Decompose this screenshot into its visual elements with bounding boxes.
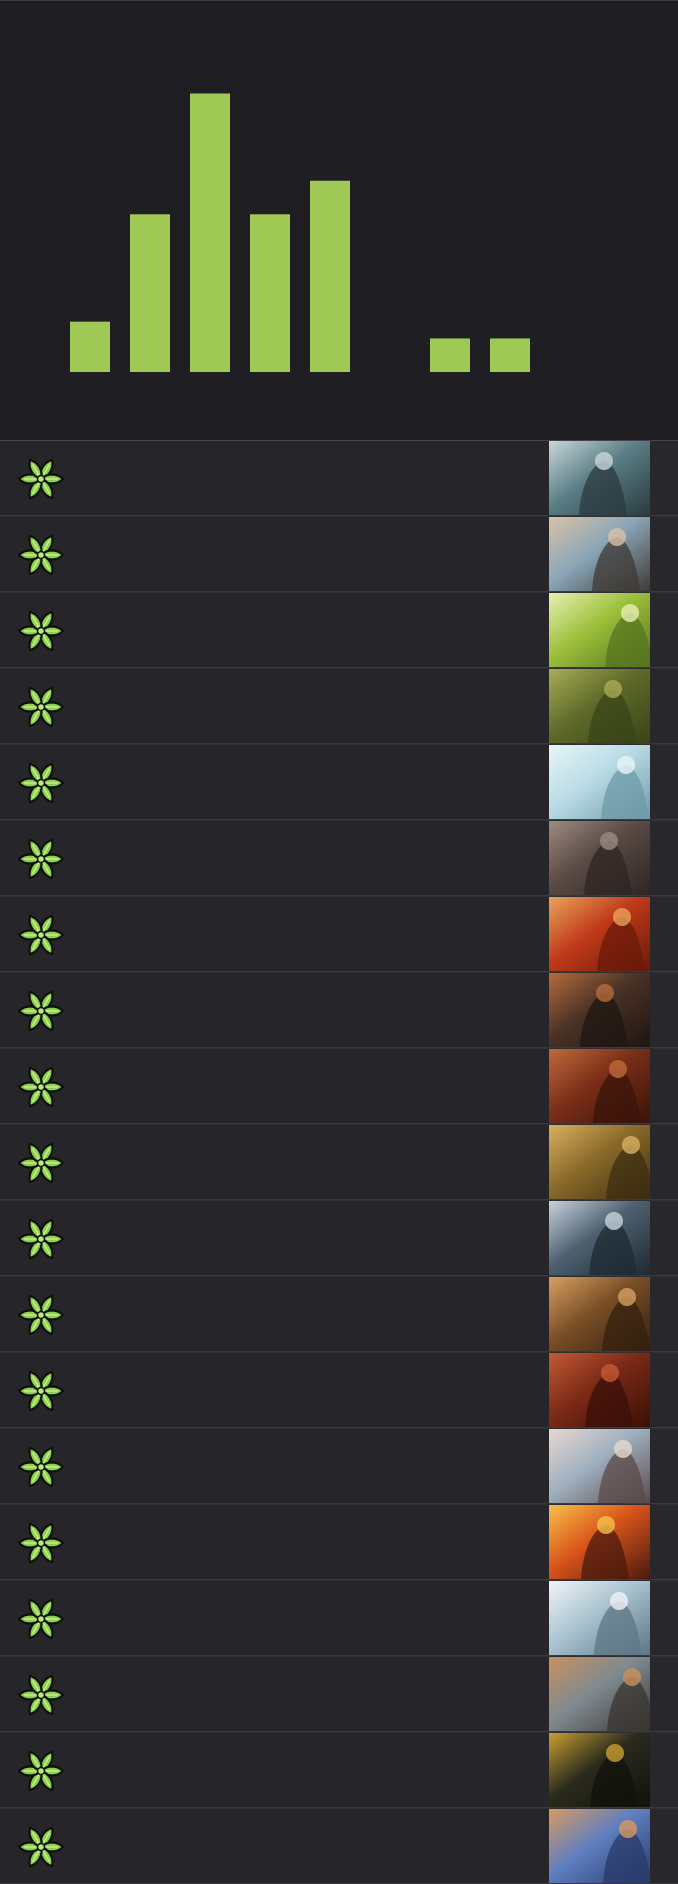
card-row[interactable]: [0, 441, 678, 516]
row-edge: [650, 1429, 678, 1503]
bearded-viking-art: [549, 517, 650, 591]
icy-tower-art: [549, 745, 650, 819]
bear-fight-art: [549, 1277, 650, 1351]
row-edge: [650, 1733, 678, 1807]
red-giant-art: [549, 1353, 650, 1427]
card-row[interactable]: [0, 1352, 678, 1428]
card-list: [0, 441, 678, 1884]
bar-4: [250, 214, 290, 372]
row-edge: [650, 441, 678, 515]
bar-3: [190, 93, 230, 372]
card-row[interactable]: [0, 1808, 678, 1884]
card-row[interactable]: [0, 1276, 678, 1352]
forest-creature-art: [549, 669, 650, 743]
card-row[interactable]: [0, 1428, 678, 1504]
card-row[interactable]: [0, 972, 678, 1048]
green-leaf-star-icon: [16, 1670, 66, 1720]
burning-ground-art: [549, 1505, 650, 1579]
green-leaf-star-icon: [16, 1062, 66, 1112]
white-wolf-art: [549, 1581, 650, 1655]
green-leaf-star-icon: [16, 1594, 66, 1644]
green-leaf-star-icon: [16, 1518, 66, 1568]
card-row[interactable]: [0, 1200, 678, 1276]
card-row[interactable]: [0, 896, 678, 972]
fire-boar-art: [549, 897, 650, 971]
green-leaf-star-icon: [16, 834, 66, 884]
frost-tiger-art: [549, 1809, 650, 1883]
bar-chart-svg: [70, 93, 530, 372]
green-leaf-star-icon: [16, 682, 66, 732]
green-leaf-star-icon: [16, 1138, 66, 1188]
bar-8: [490, 338, 530, 372]
card-row[interactable]: [0, 516, 678, 592]
green-leaf-star-icon: [16, 530, 66, 580]
row-edge: [650, 1201, 678, 1275]
row-edge: [650, 745, 678, 819]
green-leaf-star-icon: [16, 1366, 66, 1416]
green-leaf-star-icon: [16, 910, 66, 960]
row-edge: [650, 973, 678, 1047]
red-battle-art: [549, 1049, 650, 1123]
card-row[interactable]: [0, 1656, 678, 1732]
row-edge: [650, 517, 678, 591]
green-leaf-star-icon: [16, 606, 66, 656]
white-beard-art: [549, 1429, 650, 1503]
card-row[interactable]: [0, 820, 678, 896]
winter-knight-art: [549, 1201, 650, 1275]
bar-2: [130, 214, 170, 372]
row-edge: [650, 1657, 678, 1731]
green-leaf-star-icon: [16, 986, 66, 1036]
card-row[interactable]: [0, 1580, 678, 1656]
gold-armor-art: [549, 1733, 650, 1807]
row-edge: [650, 669, 678, 743]
row-edge: [650, 1125, 678, 1199]
row-edge: [650, 1505, 678, 1579]
bar-7: [430, 338, 470, 372]
row-edge: [650, 821, 678, 895]
card-row[interactable]: [0, 1124, 678, 1200]
card-row[interactable]: [0, 1732, 678, 1808]
horned-helm-art: [549, 1657, 650, 1731]
green-leaf-star-icon: [16, 1290, 66, 1340]
card-row[interactable]: [0, 1048, 678, 1124]
elk-spirit-art: [549, 593, 650, 667]
green-leaf-star-icon: [16, 758, 66, 808]
card-row[interactable]: [0, 744, 678, 820]
roaring-warrior-art: [549, 441, 650, 515]
row-edge: [650, 1581, 678, 1655]
golden-horde-art: [549, 1125, 650, 1199]
bar-1: [70, 321, 110, 372]
green-leaf-star-icon: [16, 1214, 66, 1264]
green-leaf-star-icon: [16, 454, 66, 504]
row-edge: [650, 1277, 678, 1351]
bar-5: [310, 180, 350, 372]
green-leaf-star-icon: [16, 1442, 66, 1492]
mana-curve-chart: [0, 0, 678, 440]
armored-brawl-art: [549, 821, 650, 895]
row-edge: [650, 1353, 678, 1427]
axe-warrior-art: [549, 973, 650, 1047]
card-row[interactable]: [0, 1504, 678, 1580]
row-edge: [650, 897, 678, 971]
green-leaf-star-icon: [16, 1746, 66, 1796]
row-edge: [650, 1809, 678, 1883]
row-edge: [650, 1049, 678, 1123]
card-row[interactable]: [0, 592, 678, 668]
row-edge: [650, 593, 678, 667]
card-row[interactable]: [0, 668, 678, 744]
